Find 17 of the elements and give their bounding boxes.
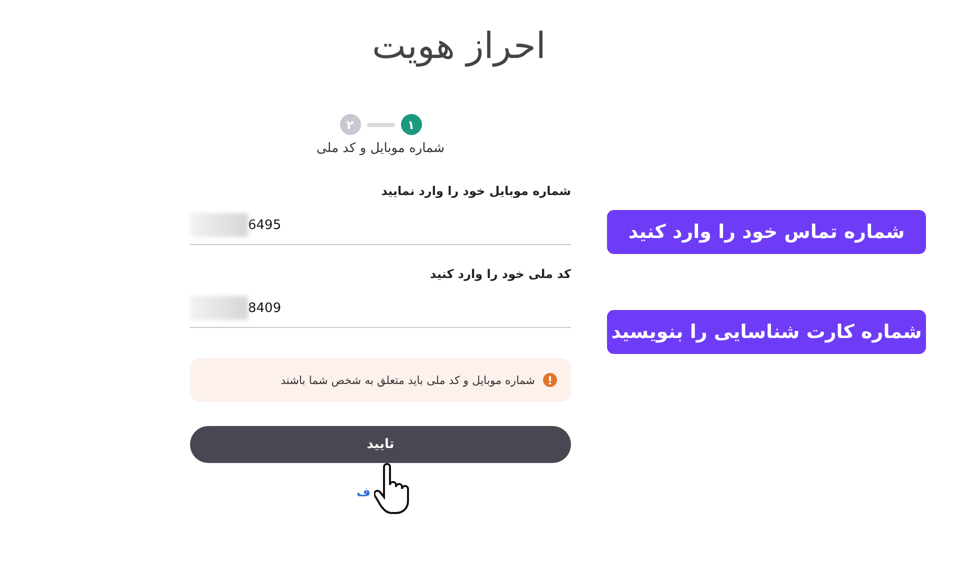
step-label: شماره موبایل و کد ملی [315, 141, 446, 156]
warning-icon [543, 373, 557, 387]
input-field[interactable]: 6495 [190, 206, 571, 245]
annotation-callout: شماره تماس خود را وارد کنید [607, 210, 926, 254]
field-label: کد ملی خود را وارد کنید [429, 267, 571, 281]
redaction-blur [190, 296, 248, 320]
step-indicator: ۱ [400, 114, 422, 135]
alert-text: شماره موبایل و کد ملی باید متعلق به شخص شما باشند [280, 374, 535, 386]
step-connector [366, 122, 394, 126]
page-title: احراز هویت [372, 25, 546, 69]
field-label: شماره موبایل خود را وارد نمایید [380, 184, 571, 198]
input-field[interactable]: 8409 [190, 289, 571, 328]
redaction-blur [190, 213, 248, 237]
annotation-callout: شماره کارت شناسایی را بنویسید [607, 310, 926, 354]
confirm-button[interactable]: تایید [190, 426, 571, 463]
hand-cursor-icon [374, 463, 410, 515]
text-link[interactable]: ف [356, 485, 370, 499]
